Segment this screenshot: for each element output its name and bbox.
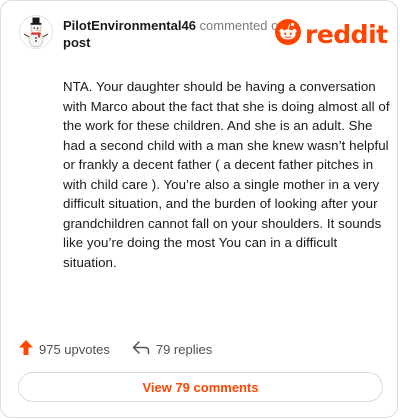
comment-meta: PilotEnvironmental46 commented on post	[63, 17, 303, 51]
username-link[interactable]: PilotEnvironmental46	[63, 18, 196, 33]
reddit-wordmark: reddit	[305, 19, 388, 49]
view-comments-button[interactable]: View 79 comments	[18, 372, 383, 402]
upvotes-count: 975 upvotes	[39, 341, 110, 357]
upvotes-stat[interactable]: 975 upvotes	[19, 340, 110, 358]
reddit-alien-icon	[275, 18, 301, 50]
comment-header: PilotEnvironmental46 commented on post r	[15, 15, 388, 55]
reply-arrow-icon	[132, 340, 156, 358]
comment-body: NTA. Your daughter should be having a co…	[63, 79, 390, 270]
upvote-arrow-icon	[19, 340, 39, 358]
replies-stat[interactable]: 79 replies	[132, 340, 213, 358]
comment-stats: 975 upvotes 79 replies	[19, 339, 212, 359]
comment-card: PilotEnvironmental46 commented on post r	[0, 0, 398, 418]
replies-count: 79 replies	[155, 341, 213, 357]
reddit-logo[interactable]: reddit	[275, 15, 388, 53]
post-link[interactable]: post	[63, 34, 303, 51]
snowman-avatar-icon[interactable]	[19, 15, 53, 49]
commented-on-label: commented on	[199, 18, 286, 33]
